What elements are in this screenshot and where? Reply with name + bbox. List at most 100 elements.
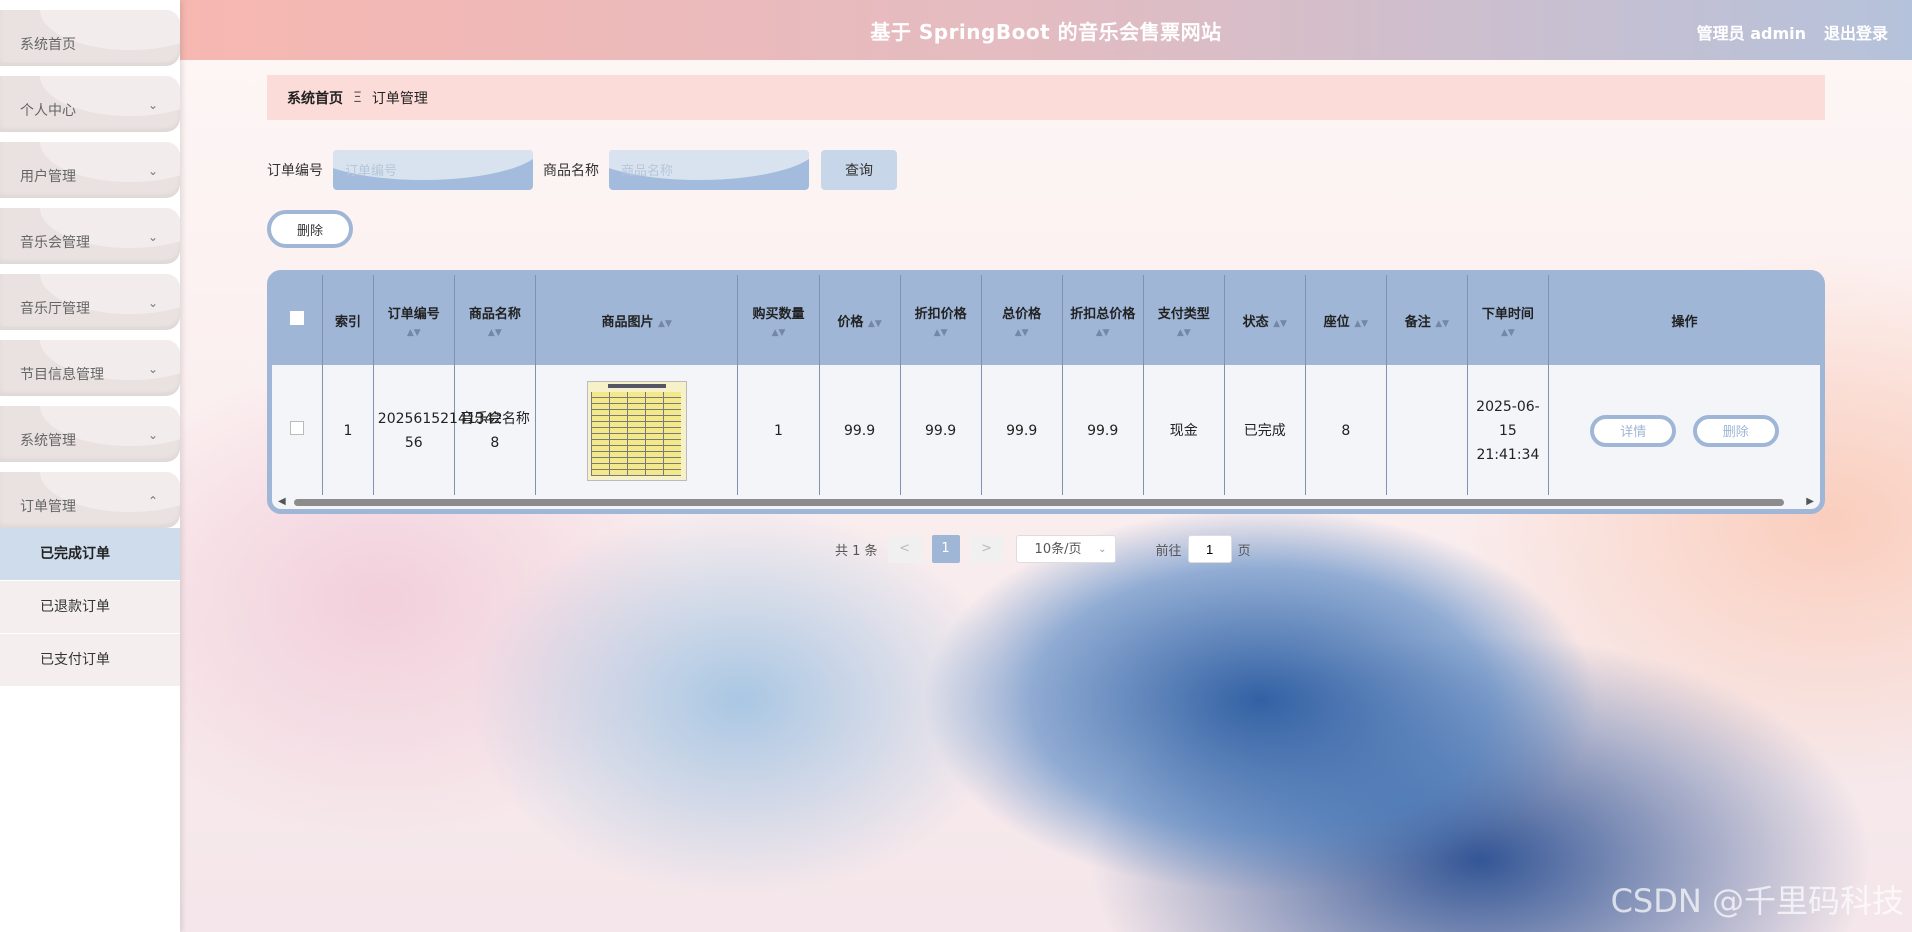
column-header-label: 索引 bbox=[334, 314, 361, 330]
page-size-select[interactable]: 10条/页 ⌄ bbox=[1015, 535, 1116, 563]
column-header-label: 折扣总价格 bbox=[1070, 306, 1136, 322]
sidebar-item-label: 个人中心 bbox=[20, 103, 76, 119]
sort-icon[interactable]: ▲▼ bbox=[905, 328, 977, 338]
jump-page-input[interactable] bbox=[1187, 535, 1232, 563]
column-header[interactable]: 备注 ▲▼ bbox=[1386, 275, 1468, 365]
sort-icon[interactable]: ▲▼ bbox=[1435, 319, 1449, 329]
page-unit-label: 页 bbox=[1237, 543, 1251, 559]
sort-icon[interactable]: ▲▼ bbox=[742, 328, 814, 338]
column-header-label: 操作 bbox=[1671, 314, 1698, 330]
column-header[interactable]: 下单时间 ▲▼ bbox=[1467, 275, 1549, 365]
submenu-item-completed-orders[interactable]: 已完成订单 bbox=[0, 528, 180, 581]
discount-price-cell: 99.9 bbox=[900, 365, 982, 497]
sort-icon[interactable]: ▲▼ bbox=[1273, 319, 1287, 329]
column-header-label: 座位 bbox=[1323, 314, 1350, 330]
submenu-item-refunded-orders[interactable]: 已退款订单 bbox=[0, 581, 180, 634]
sidebar-item-users[interactable]: 用户管理 ⌄ bbox=[0, 142, 180, 198]
search-bar: 订单编号 商品名称 查询 bbox=[267, 150, 897, 190]
column-header: 索引 bbox=[322, 275, 374, 365]
column-header[interactable]: 支付类型 ▲▼ bbox=[1143, 275, 1225, 365]
orders-table: 索引 订单编号 ▲▼ 商品名称 ▲▼ 商品图片 ▲▼ 购买数量 ▲▼ 价格 ▲▼ 折扣… bbox=[267, 270, 1825, 514]
select-all-cell bbox=[272, 275, 324, 365]
sidebar-item-orders[interactable]: 订单管理 ⌃ bbox=[0, 472, 180, 528]
column-header[interactable]: 状态 ▲▼ bbox=[1224, 275, 1306, 365]
sidebar-item-label: 系统首页 bbox=[20, 37, 76, 53]
column-header[interactable]: 订单编号 ▲▼ bbox=[373, 275, 455, 365]
pagination: 共 1 条 < 1 > 10条/页 ⌄ 前往 页 bbox=[835, 534, 1251, 564]
column-header[interactable]: 价格 ▲▼ bbox=[819, 275, 901, 365]
horizontal-scrollbar[interactable]: ◀ ▶ bbox=[272, 495, 1820, 509]
sort-icon[interactable]: ▲▼ bbox=[868, 319, 882, 329]
sort-icon[interactable]: ▲▼ bbox=[1354, 319, 1368, 329]
detail-button[interactable]: 详情 bbox=[1590, 415, 1677, 447]
column-header-label: 订单编号 bbox=[387, 306, 440, 322]
goods-image[interactable] bbox=[586, 381, 687, 481]
sort-icon[interactable]: ▲▼ bbox=[1148, 328, 1220, 338]
sidebar-item-home[interactable]: 系统首页 bbox=[0, 10, 180, 66]
sort-icon[interactable]: ▲▼ bbox=[1067, 328, 1139, 338]
column-header[interactable]: 总价格 ▲▼ bbox=[981, 275, 1063, 365]
sidebar-item-label: 音乐会管理 bbox=[20, 235, 90, 251]
column-header[interactable]: 购买数量 ▲▼ bbox=[737, 275, 820, 365]
chevron-down-icon: ⌄ bbox=[147, 428, 158, 442]
scroll-left-icon[interactable]: ◀ bbox=[278, 495, 286, 509]
scroll-right-icon[interactable]: ▶ bbox=[1806, 495, 1814, 509]
select-all-checkbox[interactable] bbox=[290, 311, 305, 325]
note-cell bbox=[1386, 365, 1468, 497]
chevron-down-icon: ⌄ bbox=[147, 362, 158, 376]
query-button[interactable]: 查询 bbox=[821, 150, 897, 190]
column-header[interactable]: 商品名称 ▲▼ bbox=[454, 275, 536, 365]
sidebar-item-profile[interactable]: 个人中心 ⌄ bbox=[0, 76, 180, 132]
submenu-item-paid-orders[interactable]: 已支付订单 bbox=[0, 634, 180, 687]
column-header-label: 商品图片 bbox=[601, 314, 654, 330]
sidebar-item-system[interactable]: 系统管理 ⌄ bbox=[0, 406, 180, 462]
sidebar-item-label: 节目信息管理 bbox=[20, 367, 104, 383]
price-cell: 99.9 bbox=[819, 365, 901, 497]
row-delete-button[interactable]: 删除 bbox=[1692, 415, 1779, 447]
current-page-button[interactable]: 1 bbox=[931, 535, 960, 563]
column-header[interactable]: 商品图片 ▲▼ bbox=[535, 275, 739, 365]
goto-label: 前往 bbox=[1155, 543, 1182, 559]
column-header-label: 支付类型 bbox=[1157, 306, 1210, 322]
column-header[interactable]: 折扣总价格 ▲▼ bbox=[1062, 275, 1144, 365]
breadcrumb-home[interactable]: 系统首页 bbox=[287, 88, 343, 108]
next-page-button[interactable]: > bbox=[969, 535, 1004, 563]
column-header-label: 购买数量 bbox=[752, 306, 805, 322]
scrollbar-thumb[interactable] bbox=[294, 499, 1784, 506]
order-time-cell: 2025-06-15 21:41:34 bbox=[1467, 365, 1549, 497]
sidebar-item-label: 音乐厅管理 bbox=[20, 301, 90, 317]
sidebar-item-programs[interactable]: 节目信息管理 ⌄ bbox=[0, 340, 180, 396]
column-header[interactable]: 折扣价格 ▲▼ bbox=[900, 275, 982, 365]
row-select-cell bbox=[272, 365, 324, 497]
batch-delete-button[interactable]: 删除 bbox=[267, 210, 353, 248]
quantity-cell: 1 bbox=[737, 365, 820, 497]
prev-page-button[interactable]: < bbox=[887, 535, 922, 563]
sidebar-item-halls[interactable]: 音乐厅管理 ⌄ bbox=[0, 274, 180, 330]
column-header[interactable]: 座位 ▲▼ bbox=[1305, 275, 1387, 365]
logout-link[interactable]: 退出登录 bbox=[1824, 20, 1888, 44]
order-number-input[interactable] bbox=[333, 150, 533, 190]
chevron-down-icon: ⌄ bbox=[147, 230, 158, 244]
chevron-down-icon: ⌄ bbox=[147, 296, 158, 310]
watermark: CSDN @千里码科技 bbox=[1610, 882, 1904, 920]
column-header: 操作 bbox=[1548, 275, 1820, 365]
index-cell: 1 bbox=[322, 365, 374, 497]
row-checkbox[interactable] bbox=[290, 421, 305, 435]
status-cell: 已完成 bbox=[1224, 365, 1306, 497]
current-user: 管理员 admin bbox=[1696, 24, 1806, 43]
goods-name-input[interactable] bbox=[609, 150, 809, 190]
sort-icon[interactable]: ▲▼ bbox=[658, 319, 672, 329]
goods-name-label: 商品名称 bbox=[543, 163, 599, 179]
breadcrumb: 系统首页 Ξ 订单管理 bbox=[267, 75, 1825, 120]
sidebar-item-label: 用户管理 bbox=[20, 169, 76, 185]
sort-icon[interactable]: ▲▼ bbox=[459, 328, 531, 338]
sort-icon[interactable]: ▲▼ bbox=[986, 328, 1058, 338]
sort-icon[interactable]: ▲▼ bbox=[1472, 328, 1544, 338]
pay-type-cell: 现金 bbox=[1143, 365, 1225, 497]
chevron-down-icon: ⌄ bbox=[147, 98, 158, 112]
seat-cell: 8 bbox=[1305, 365, 1387, 497]
sort-icon[interactable]: ▲▼ bbox=[378, 328, 450, 338]
order-number-cell: 20256152141342 56 bbox=[373, 365, 502, 497]
goods-name-field-wrap bbox=[609, 150, 809, 190]
sidebar-item-concerts[interactable]: 音乐会管理 ⌄ bbox=[0, 208, 180, 264]
